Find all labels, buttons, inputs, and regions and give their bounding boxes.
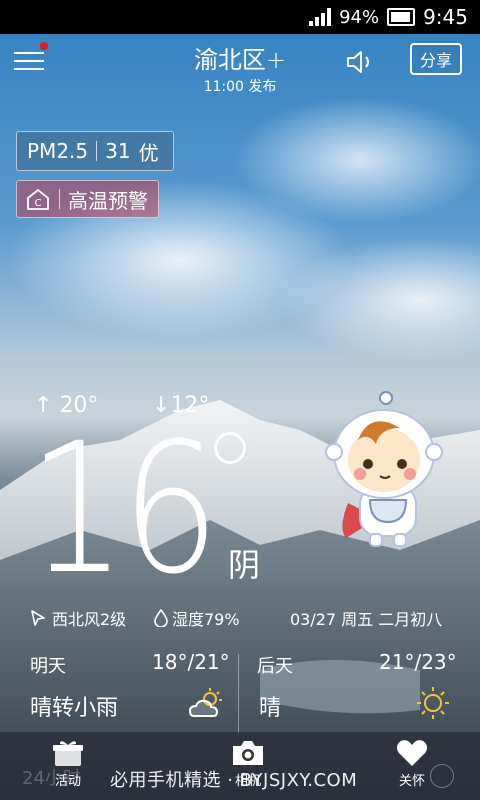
signal-icon <box>309 8 332 26</box>
water-drop-icon <box>154 609 168 627</box>
mascot-illustration[interactable] <box>318 388 448 553</box>
clock: 9:45 <box>423 5 468 29</box>
house-warning-icon: C <box>27 188 49 210</box>
wind-text: 西北风2级 <box>52 610 127 629</box>
wind-direction-icon <box>31 610 45 626</box>
degree-symbol <box>214 432 246 464</box>
forecast-range: 21°/23° <box>379 650 457 674</box>
hourly-toggle[interactable]: 24小时 <box>22 764 81 790</box>
humidity-text: 湿度79% <box>172 610 240 629</box>
warning-text: 高温预警 <box>68 188 148 213</box>
weather-screen: 94% 9:45 渝北区+ 11:00 发布 分享 PM2.5 31 优 C 高… <box>0 0 480 800</box>
humidity-info: 湿度79% <box>154 606 240 630</box>
pm25-badge[interactable]: PM2.5 31 优 <box>16 131 174 171</box>
forecast-day: 后天 <box>257 656 293 677</box>
partly-cloudy-icon <box>188 688 222 717</box>
speaker-icon[interactable] <box>345 48 377 76</box>
add-city-icon[interactable]: + <box>266 46 286 74</box>
warning-badge[interactable]: C 高温预警 <box>16 180 159 218</box>
pm25-label: PM2.5 <box>27 139 89 163</box>
app-header: 渝北区+ 11:00 发布 分享 <box>0 34 480 100</box>
forecast-day-after[interactable]: 后天 21°/23° 晴 <box>239 640 480 732</box>
battery-icon <box>387 8 416 26</box>
forecast-day: 明天 <box>30 656 66 677</box>
heart-icon <box>396 740 428 766</box>
pm25-quality: 优 <box>138 140 159 165</box>
expand-chevron-icon[interactable] <box>430 764 454 788</box>
forecast-panel: 明天 18°/21° 晴转小雨 后天 21°/23° 晴 <box>0 640 480 734</box>
battery-percent: 94% <box>339 6 380 28</box>
pm25-value: 31 <box>105 139 131 163</box>
sun-icon <box>417 687 449 719</box>
forecast-condition: 晴转小雨 <box>30 696 119 721</box>
tab-care-label: 关怀 <box>398 774 425 789</box>
pm25-divider <box>96 141 98 161</box>
release-time: 11:00 发布 <box>203 79 277 95</box>
svg-text:C: C <box>35 198 42 209</box>
city-selector[interactable]: 渝北区+ <box>0 40 480 75</box>
city-name: 渝北区 <box>193 46 266 74</box>
camera-icon <box>233 741 263 765</box>
status-bar: 94% 9:45 <box>0 0 480 34</box>
watermark-text: 必用手机精选 · BYJSJXY.COM <box>110 770 358 791</box>
forecast-range: 18°/21° <box>152 650 230 674</box>
share-button[interactable]: 分享 <box>410 43 462 75</box>
wind-info: 西北风2级 <box>30 606 126 630</box>
date-text: 03/27 周五 二月初八 <box>290 610 443 629</box>
warning-divider <box>59 189 60 209</box>
forecast-tomorrow[interactable]: 明天 18°/21° 晴转小雨 <box>0 640 238 732</box>
current-temperature: 16 <box>28 405 220 614</box>
current-condition: 阴 <box>228 546 261 584</box>
forecast-condition: 晴 <box>259 696 282 721</box>
